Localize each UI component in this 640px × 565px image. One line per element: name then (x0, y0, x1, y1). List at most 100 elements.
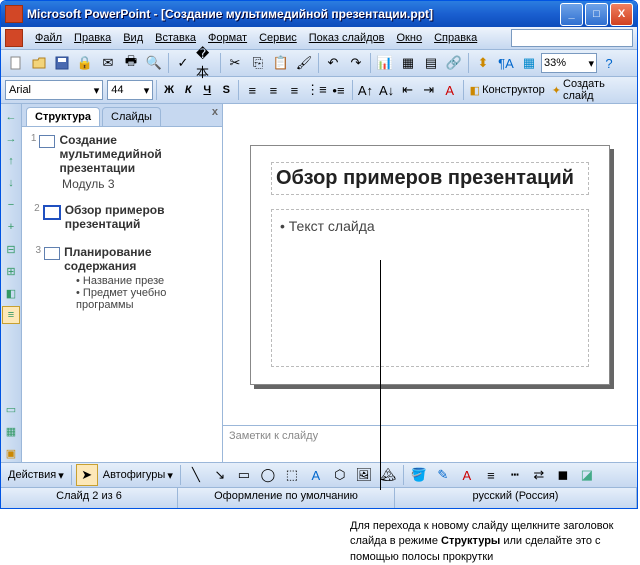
decrease-font-icon[interactable]: A↓ (377, 79, 397, 101)
bullet-text[interactable]: • Предмет учебно программы (26, 287, 218, 311)
actions-menu[interactable]: Действия ▾ (5, 465, 67, 485)
rectangle-icon[interactable]: ▭ (233, 464, 255, 486)
slide-thumb-icon[interactable] (44, 247, 60, 260)
menu-insert[interactable]: Вставка (149, 30, 202, 46)
font-name-combo[interactable]: Arial▾ (5, 80, 103, 100)
print-icon[interactable]: 🖶 (120, 52, 142, 74)
collapse-all-icon[interactable]: ⊟ (2, 240, 20, 258)
undo-icon[interactable]: ↶ (322, 52, 344, 74)
summary-slide-icon[interactable]: ◧ (2, 284, 20, 302)
wordart-icon[interactable]: A (305, 464, 327, 486)
menu-view[interactable]: Вид (117, 30, 149, 46)
slide-title-placeholder[interactable]: Обзор примеров презентаций (271, 162, 589, 195)
increase-font-icon[interactable]: A↑ (355, 79, 375, 101)
fill-color-icon[interactable]: 🪣 (408, 464, 430, 486)
diagram-icon[interactable]: ⬡ (329, 464, 351, 486)
slide-thumb-icon[interactable] (43, 205, 61, 220)
font-color-icon[interactable]: A (440, 79, 460, 101)
normal-view-icon[interactable]: ▭ (2, 400, 20, 418)
redo-icon[interactable]: ↷ (345, 52, 367, 74)
cut-icon[interactable]: ✂ (224, 52, 246, 74)
clipart-icon[interactable]: 🖼 (353, 464, 375, 486)
minimize-button[interactable]: _ (560, 3, 583, 26)
zoom-combo[interactable]: 33%▾ (541, 53, 597, 73)
menu-window[interactable]: Окно (391, 30, 429, 46)
slide-title[interactable]: Создание мультимедийной презентации (59, 133, 218, 175)
notes-pane[interactable]: Заметки к слайду (223, 425, 637, 462)
preview-icon[interactable]: 🔍 (143, 52, 165, 74)
underline-button[interactable]: Ч (198, 80, 216, 100)
line-icon[interactable]: ╲ (185, 464, 207, 486)
menu-help[interactable]: Справка (428, 30, 483, 46)
save-icon[interactable] (51, 52, 73, 74)
slide-area[interactable]: Обзор примеров презентаций • Текст слайд… (223, 104, 637, 425)
menu-edit[interactable]: Правка (68, 30, 117, 46)
new-slide-button[interactable]: ✦Создать слайд (549, 80, 633, 100)
open-icon[interactable] (28, 52, 50, 74)
bold-button[interactable]: Ж (160, 80, 178, 100)
oval-icon[interactable]: ◯ (257, 464, 279, 486)
menu-file[interactable]: Файл (29, 30, 68, 46)
show-formatting-icon[interactable]: ≡ (2, 306, 20, 324)
increase-indent-icon[interactable]: ⇥ (419, 79, 439, 101)
menu-tools[interactable]: Сервис (253, 30, 303, 46)
help-search-input[interactable] (511, 29, 633, 47)
close-button[interactable]: X (610, 3, 633, 26)
table-icon[interactable]: ▦ (397, 52, 419, 74)
arrow-style-icon[interactable]: ⇄ (528, 464, 550, 486)
align-right-icon[interactable]: ≡ (284, 79, 304, 101)
arrow-icon[interactable]: ↘ (209, 464, 231, 486)
chart-icon[interactable]: 📊 (374, 52, 396, 74)
demote-icon[interactable]: → (2, 130, 20, 148)
select-objects-icon[interactable]: ➤ (76, 464, 98, 486)
font-size-combo[interactable]: 44▾ (107, 80, 153, 100)
maximize-button[interactable]: □ (585, 3, 608, 26)
tab-slides[interactable]: Слайды (102, 107, 161, 126)
outline-pane[interactable]: 1 Создание мультимедийной презентации Мо… (22, 127, 222, 462)
close-pane-icon[interactable]: x (212, 106, 218, 118)
copy-icon[interactable]: ⎘ (247, 52, 269, 74)
decrease-indent-icon[interactable]: ⇤ (398, 79, 418, 101)
slideshow-from-current-icon[interactable]: ▣ (2, 444, 20, 462)
email-icon[interactable]: ✉ (97, 52, 119, 74)
help-icon[interactable]: ? (598, 52, 620, 74)
autoshapes-menu[interactable]: Автофигуры ▾ (100, 465, 176, 485)
collapse-icon[interactable]: − (2, 196, 20, 214)
slide-subtitle[interactable]: Модуль 3 (26, 177, 218, 191)
textbox-icon[interactable]: ⬚ (281, 464, 303, 486)
slide-canvas[interactable]: Обзор примеров презентаций • Текст слайд… (250, 145, 610, 385)
show-formatting-icon[interactable]: ¶A (495, 52, 517, 74)
paste-icon[interactable]: 📋 (270, 52, 292, 74)
hyperlink-icon[interactable]: 🔗 (443, 52, 465, 74)
bullet-text[interactable]: • Название презе (26, 275, 218, 287)
bullets-icon[interactable]: •≡ (328, 79, 348, 101)
align-center-icon[interactable]: ≡ (263, 79, 283, 101)
format-painter-icon[interactable]: 🖌 (293, 52, 315, 74)
align-left-icon[interactable]: ≡ (242, 79, 262, 101)
tab-outline[interactable]: Структура (26, 107, 100, 126)
3d-style-icon[interactable]: ◪ (576, 464, 598, 486)
slide-body-placeholder[interactable]: • Текст слайда (271, 209, 589, 367)
line-style-icon[interactable]: ≡ (480, 464, 502, 486)
expand-icon[interactable]: + (2, 218, 20, 236)
promote-icon[interactable]: ← (2, 108, 20, 126)
line-color-icon[interactable]: ✎ (432, 464, 454, 486)
dash-style-icon[interactable]: ┅ (504, 464, 526, 486)
spell-icon[interactable]: ✓ (172, 52, 194, 74)
move-down-icon[interactable]: ↓ (2, 174, 20, 192)
expand-icon[interactable]: ⬍ (472, 52, 494, 74)
menu-slideshow[interactable]: Показ слайдов (303, 30, 391, 46)
new-icon[interactable] (5, 52, 27, 74)
expand-all-icon[interactable]: ⊞ (2, 262, 20, 280)
italic-button[interactable]: К (179, 80, 197, 100)
slide-design-button[interactable]: ◧Конструктор (467, 80, 548, 100)
permission-icon[interactable]: 🔒 (74, 52, 96, 74)
slide-thumb-icon[interactable] (39, 135, 55, 148)
slide-title[interactable]: Планирование содержания (64, 245, 218, 273)
shadow-style-icon[interactable]: ◼ (552, 464, 574, 486)
slide-title[interactable]: Обзор примеров презентаций (65, 203, 218, 231)
research-icon[interactable]: �本 (195, 52, 217, 74)
sorter-view-icon[interactable]: ▦ (2, 422, 20, 440)
numbering-icon[interactable]: ⋮≡ (305, 79, 327, 101)
menu-format[interactable]: Формат (202, 30, 253, 46)
